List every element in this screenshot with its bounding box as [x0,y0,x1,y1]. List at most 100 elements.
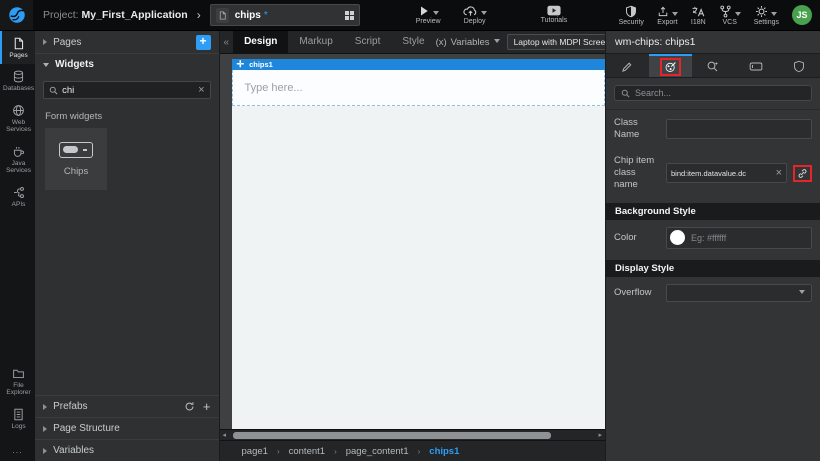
rail-item-databases[interactable]: Databases [0,64,35,97]
chip-item-class-field-row: Chip item class name bind:item.datavalue… [606,148,820,198]
export-icon [657,5,669,18]
tab-design[interactable]: Design [233,31,288,53]
chevron-down-icon[interactable] [481,11,487,15]
chevron-down-icon[interactable] [433,11,439,15]
translate-icon [691,5,705,18]
log-file-icon [12,408,25,421]
overflow-select[interactable] [666,284,812,302]
widget-selection-bar[interactable]: ✛ chips1 [232,59,605,70]
i18n-button[interactable]: I18N [691,5,706,26]
project-name: My_First_Application [82,9,188,21]
class-name-input[interactable] [671,124,807,134]
chips-widget-tile[interactable]: Chips [45,128,107,190]
settings-button[interactable]: Settings [754,5,779,26]
chevron-down-icon [799,290,805,294]
tab-markup[interactable]: Markup [288,31,343,53]
canvas-page[interactable]: ✛ chips1 Type here... [232,59,605,429]
branch-icon [719,5,732,18]
class-name-input-wrap [666,119,812,139]
scroll-left-icon[interactable]: ◂ [223,432,227,439]
overflow-label: Overflow [614,287,660,299]
prefabs-section-header[interactable]: Prefabs + [35,395,218,417]
breadcrumb-chevron-icon: › [197,8,201,22]
rail-item-web-services[interactable]: Web Services [0,98,35,139]
search-icon [49,86,58,95]
rail-item-apis[interactable]: APIs [0,180,35,213]
device-frame-icon [749,61,763,72]
overflow-field-row: Overflow [606,277,820,308]
tab-security[interactable] [777,54,820,77]
scrollbar-thumb[interactable] [233,432,551,439]
tab-properties[interactable] [606,54,649,77]
tab-style[interactable]: Style [391,31,435,53]
breadcrumb-item-page-content1[interactable]: page_content1 [346,446,409,457]
move-icon[interactable]: ✛ [237,60,245,69]
database-icon [12,70,25,83]
horizontal-scrollbar[interactable]: ◂ ▸ [220,429,605,440]
color-swatch[interactable] [670,230,685,245]
collapsed-arrow-icon [43,39,47,45]
tab-styles[interactable] [649,54,692,77]
properties-search-input[interactable] [635,88,805,98]
form-widgets-label: Form widgets [35,103,218,125]
clear-binding-icon[interactable]: × [776,168,782,179]
tab-script[interactable]: Script [344,31,392,53]
security-button[interactable]: Security [619,5,644,26]
background-style-section-header: Background Style [606,203,820,220]
add-prefab-icon[interactable]: + [203,400,211,413]
user-avatar[interactable]: JS [792,5,812,25]
breadcrumb-item-page1[interactable]: page1 [242,446,268,457]
folder-icon [12,367,25,380]
chips-widget-on-canvas[interactable]: Type here... [232,70,605,106]
color-input[interactable] [691,233,808,243]
vcs-button[interactable]: VCS [719,5,741,26]
refresh-icon[interactable] [184,401,195,412]
widget-search: × [43,81,210,99]
wavemaker-logo[interactable] [0,0,33,30]
widgets-section-header[interactable]: Widgets [35,53,218,75]
pages-section-header[interactable]: Pages + [35,31,218,53]
rail-item-java-services[interactable]: Java Services [0,139,35,180]
tutorials-button[interactable]: Tutorials [541,5,568,24]
variables-dropdown[interactable]: (x) Variables [436,37,500,48]
breadcrumb-item-content1[interactable]: content1 [289,446,325,457]
tab-inspector[interactable] [692,54,735,77]
add-page-button[interactable]: + [196,35,211,50]
scroll-right-icon[interactable]: ▸ [598,432,602,439]
youtube-icon [547,5,561,16]
collapsed-arrow-icon [43,426,47,432]
api-connector-icon [12,186,25,199]
pages-icon [12,37,25,50]
tab-device[interactable] [734,54,777,77]
properties-panel-title: wm-chips: chips1 [606,31,820,53]
open-page-tab[interactable]: chips * [210,4,360,26]
widget-search-input[interactable] [62,85,194,96]
class-name-label: Class Name [614,117,660,142]
rail-item-pages[interactable]: Pages [0,31,35,64]
rail-item-file-explorer[interactable]: File Explorer [0,361,35,402]
chevron-down-icon[interactable] [672,12,678,16]
variables-icon: (x) [436,37,447,48]
left-rail: Pages Databases Web Services [0,31,35,461]
cloud-upload-icon [463,5,478,17]
breadcrumb-item-chips1[interactable]: chips1 [429,446,459,457]
annotation-highlight-box [793,165,812,182]
rail-more-button[interactable]: ... [0,435,35,461]
collapse-left-icon[interactable]: « [220,37,234,48]
rail-item-logs[interactable]: Logs [0,402,35,435]
top-bar: Project: My_First_Application › chips * [0,0,820,31]
dashboard-grid-icon[interactable] [345,11,354,20]
preview-button[interactable]: Preview [416,5,441,25]
bind-link-icon[interactable] [797,168,808,179]
properties-panel: wm-chips: chips1 [605,31,820,461]
chips-input-placeholder: Type here... [245,82,303,94]
clear-search-icon[interactable]: × [198,85,204,96]
chevron-down-icon[interactable] [771,12,777,16]
chip-item-class-input[interactable]: bind:item.datavalue.dc × [666,163,787,183]
variables-section-header[interactable]: Variables [35,439,218,461]
wavemaker-studio: Project: My_First_Application › chips * [0,0,820,461]
export-button[interactable]: Export [657,5,678,26]
chevron-down-icon[interactable] [735,12,741,16]
deploy-button[interactable]: Deploy [463,5,487,25]
page-structure-section-header[interactable]: Page Structure [35,417,218,439]
